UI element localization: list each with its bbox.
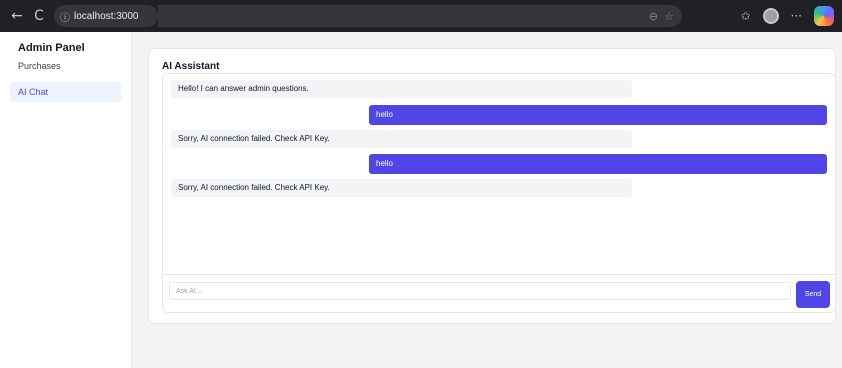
- zoom-icon[interactable]: ⊖: [649, 10, 658, 23]
- back-icon[interactable]: ←: [6, 8, 28, 24]
- browser-toolbar: ← C ⓘ localhost:3000 ⊖ ☆ ✩ ···: [0, 0, 842, 32]
- more-menu-icon[interactable]: ···: [791, 9, 802, 23]
- chat-input-row: Send: [163, 274, 835, 312]
- address-bar-extension[interactable]: ⊖ ☆: [158, 5, 682, 27]
- sidebar-title: Admin Panel: [18, 42, 85, 54]
- info-icon[interactable]: ⓘ: [60, 9, 70, 24]
- sidebar: Admin Panel Purchases AI Chat: [0, 32, 132, 368]
- chat-window: Hello! I can answer admin questions. hel…: [162, 73, 836, 313]
- card-title: AI Assistant: [162, 61, 220, 72]
- copilot-icon[interactable]: [814, 6, 834, 26]
- url-text: localhost:3000: [74, 10, 139, 22]
- ai-assistant-card: AI Assistant Hello! I can answer admin q…: [148, 48, 836, 324]
- sidebar-item-purchases[interactable]: Purchases: [10, 56, 121, 76]
- chat-message-ai: Sorry, AI connection failed. Check API K…: [171, 179, 632, 197]
- profile-avatar-icon[interactable]: [762, 8, 779, 24]
- reload-icon[interactable]: C: [28, 8, 50, 24]
- favorites-icon[interactable]: ✩: [740, 9, 750, 23]
- chat-input[interactable]: [169, 282, 791, 300]
- chat-message-user: hello: [369, 154, 827, 174]
- sidebar-item-ai-chat[interactable]: AI Chat: [10, 82, 121, 102]
- chat-message-ai: Sorry, AI connection failed. Check API K…: [171, 130, 632, 148]
- chat-message-ai: Hello! I can answer admin questions.: [171, 80, 632, 98]
- chat-message-user: hello: [369, 105, 827, 125]
- address-bar[interactable]: ⓘ localhost:3000: [54, 5, 158, 27]
- send-button[interactable]: Send: [796, 281, 830, 308]
- favorite-star-icon[interactable]: ☆: [664, 10, 674, 23]
